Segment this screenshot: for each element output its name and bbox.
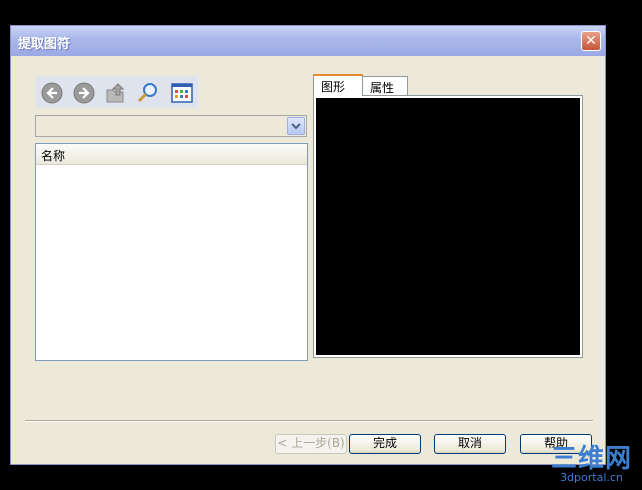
path-combobox[interactable] <box>35 115 307 137</box>
finish-label: 完成 <box>372 436 397 450</box>
site-watermark: 三维网 3dportal.cn <box>551 446 632 484</box>
close-icon: ✕ <box>585 33 597 49</box>
up-folder-icon <box>106 83 125 103</box>
view-grid-icon <box>171 83 193 103</box>
view-button[interactable] <box>170 81 194 105</box>
title-bar[interactable]: 提取图符 ✕ <box>11 26 605 56</box>
navigation-toolbar <box>35 76 199 108</box>
search-button[interactable] <box>136 81 160 105</box>
back-step-button[interactable]: < 上一步(B) <box>275 434 347 454</box>
watermark-url: 3dportal.cn <box>560 471 623 484</box>
footer-separator <box>25 420 593 422</box>
symbol-preview <box>316 98 580 355</box>
forward-button[interactable] <box>72 81 96 105</box>
search-icon <box>137 83 157 103</box>
back-button[interactable] <box>40 81 64 105</box>
close-button[interactable]: ✕ <box>581 31 601 51</box>
finish-button[interactable]: 完成 <box>349 434 421 454</box>
tab-graphic[interactable]: 图形 <box>313 74 363 96</box>
cancel-button[interactable]: 取消 <box>434 434 506 454</box>
symbol-list[interactable]: 名称 <box>35 143 308 361</box>
chevron-down-icon <box>291 123 301 130</box>
cancel-label: 取消 <box>457 436 482 450</box>
forward-arrow-icon <box>73 82 95 104</box>
tab-properties[interactable]: 属性 <box>362 76 408 96</box>
back-step-label: < 上一步(B) <box>277 436 345 450</box>
watermark-logo-text: 三维网 <box>550 444 632 474</box>
tab-properties-label: 属性 <box>370 81 395 95</box>
column-header-name[interactable]: 名称 <box>36 144 307 165</box>
window-title: 提取图符 <box>18 37 71 52</box>
combobox-dropdown-button[interactable] <box>287 117 305 135</box>
back-arrow-icon <box>41 82 63 104</box>
column-header-label: 名称 <box>41 149 66 163</box>
up-level-button[interactable] <box>104 81 128 105</box>
tab-graphic-label: 图形 <box>321 80 346 94</box>
graphic-tab-panel <box>313 95 583 358</box>
extract-symbol-dialog: 提取图符 ✕ 名称 图形 属性 < 上一步(B) 完成 取消 帮助 <box>10 25 606 465</box>
